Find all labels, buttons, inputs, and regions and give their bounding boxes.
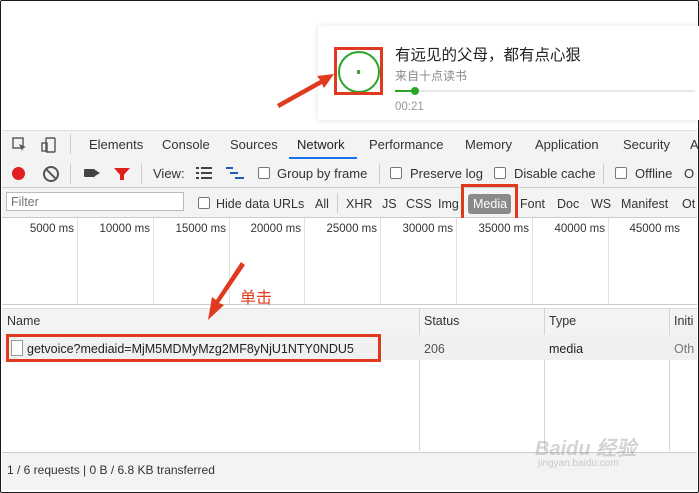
- timeline-tick-label: 20000 ms: [250, 223, 301, 235]
- tab-security[interactable]: Security: [623, 137, 670, 152]
- audio-progress-track[interactable]: [395, 90, 695, 92]
- active-tab-indicator: [289, 157, 357, 159]
- capture-screenshots-icon[interactable]: [84, 169, 100, 177]
- tab-sources[interactable]: Sources: [230, 137, 278, 152]
- toolbar-divider: [379, 164, 380, 184]
- disable-cache-checkbox[interactable]: [494, 167, 506, 179]
- tab-network[interactable]: Network: [297, 137, 345, 152]
- column-status[interactable]: Status: [424, 314, 459, 328]
- filter-type-xhr[interactable]: XHR: [346, 197, 372, 211]
- timeline-tick-label: 45000 ms: [629, 223, 680, 235]
- audio-elapsed-time: 00:21: [395, 101, 424, 113]
- request-status: 206: [424, 342, 445, 356]
- timeline-gridline: [532, 218, 533, 304]
- filter-divider: [337, 193, 338, 213]
- offline-checkbox[interactable]: [615, 167, 627, 179]
- hide-data-urls-label: Hide data URLs: [216, 197, 305, 211]
- timeline-tick-label: 40000 ms: [554, 223, 605, 235]
- audio-title: 有远见的父母，都有点心狠: [395, 47, 582, 64]
- timeline-gridline: [380, 218, 381, 304]
- filter-icon-stem: [120, 175, 124, 180]
- column-type[interactable]: Type: [549, 314, 576, 328]
- clear-icon[interactable]: [43, 166, 59, 182]
- filter-type-js[interactable]: JS: [382, 197, 397, 211]
- record-icon[interactable]: [12, 167, 25, 180]
- request-initiator: Oth: [674, 342, 695, 356]
- offline-label: Offline: [635, 166, 673, 181]
- filter-type-other[interactable]: Ot: [682, 197, 695, 211]
- timeline-tick-label: 10000 ms: [99, 223, 150, 235]
- tab-overflow[interactable]: A: [690, 137, 699, 152]
- status-summary: 1 / 6 requests | 0 B / 6.8 KB transferre…: [7, 463, 215, 477]
- column-name[interactable]: Name: [7, 314, 40, 328]
- group-by-frame-checkbox[interactable]: [258, 167, 270, 179]
- column-divider: [544, 308, 545, 451]
- filter-type-ws[interactable]: WS: [591, 197, 611, 211]
- filter-type-all[interactable]: All: [315, 197, 329, 211]
- toolbar-divider: [141, 164, 142, 184]
- column-divider: [669, 308, 670, 451]
- tab-memory[interactable]: Memory: [465, 137, 512, 152]
- preserve-log-label: Preserve log: [410, 166, 483, 181]
- filter-input[interactable]: [6, 192, 184, 211]
- tab-divider: [70, 134, 71, 154]
- tab-application[interactable]: Application: [535, 137, 599, 152]
- waterfall-overview-icon[interactable]: [226, 167, 244, 182]
- timeline-tick-label: 15000 ms: [175, 223, 226, 235]
- group-by-frame-label: Group by frame: [277, 166, 368, 181]
- audio-progress-knob[interactable]: [411, 87, 419, 95]
- filter-type-img[interactable]: Img: [438, 197, 459, 211]
- toolbar-divider: [603, 164, 604, 184]
- toolbar-divider: [70, 164, 71, 184]
- timeline-tick-label: 25000 ms: [326, 223, 377, 235]
- watermark-logo: Baidu 经验: [535, 438, 637, 460]
- column-divider: [419, 308, 420, 451]
- request-type: media: [549, 342, 584, 356]
- request-highlight-box: [6, 334, 381, 362]
- throttling-overflow[interactable]: O: [684, 166, 694, 181]
- timeline-gridline: [77, 218, 78, 304]
- timeline-tick-label: 30000 ms: [402, 223, 453, 235]
- timeline-gridline: [229, 218, 230, 304]
- column-initiator[interactable]: Initi: [674, 314, 693, 328]
- view-label: View:: [153, 166, 185, 181]
- tab-performance[interactable]: Performance: [369, 137, 443, 152]
- requests-table-header: [2, 308, 697, 336]
- play-highlight-box: [334, 47, 383, 95]
- timeline-gridline: [304, 218, 305, 304]
- filter-type-doc[interactable]: Doc: [557, 197, 579, 211]
- large-rows-icon[interactable]: [196, 167, 212, 182]
- hide-data-urls-checkbox[interactable]: [198, 197, 210, 209]
- filter-type-css[interactable]: CSS: [406, 197, 432, 211]
- preserve-log-checkbox[interactable]: [390, 167, 402, 179]
- timeline-gridline: [608, 218, 609, 304]
- tab-console[interactable]: Console: [162, 137, 210, 152]
- timeline-tick-label: 5000 ms: [29, 223, 74, 235]
- audio-source: 来自十点读书: [395, 69, 468, 83]
- tab-elements[interactable]: Elements: [89, 137, 143, 152]
- device-toolbar-icon[interactable]: [41, 137, 57, 156]
- filter-type-font[interactable]: Font: [520, 197, 545, 211]
- disable-cache-label: Disable cache: [514, 166, 596, 181]
- timeline-gridline: [153, 218, 154, 304]
- click-annotation: 单击: [240, 290, 273, 307]
- inspect-element-icon[interactable]: [12, 137, 28, 156]
- watermark-url: jingyan.baidu.com: [538, 458, 619, 469]
- timeline-gridline: [456, 218, 457, 304]
- timeline-tick-label: 35000 ms: [478, 223, 529, 235]
- filter-type-manifest[interactable]: Manifest: [621, 197, 668, 211]
